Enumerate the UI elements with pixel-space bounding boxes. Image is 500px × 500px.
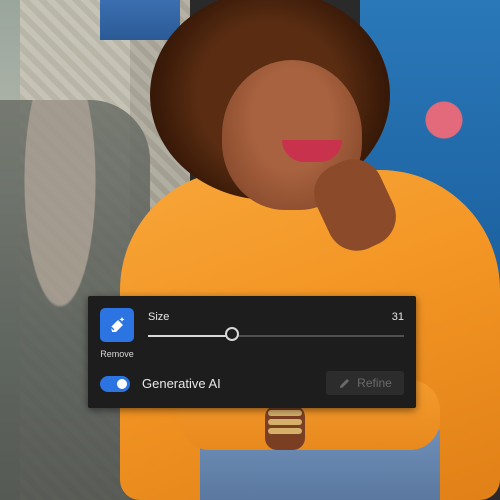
size-slider[interactable]: [148, 327, 404, 342]
slider-thumb[interactable]: [225, 327, 239, 341]
pencil-icon: [340, 378, 350, 388]
remove-tool-button[interactable]: [100, 308, 134, 342]
background-floral-top: [100, 0, 180, 40]
generative-ai-label: Generative AI: [142, 376, 221, 391]
photo-canvas: [0, 0, 500, 500]
bangle: [268, 428, 302, 434]
eraser-sparkle-icon: [110, 317, 125, 332]
size-label: Size: [148, 311, 170, 323]
slider-fill: [148, 335, 232, 337]
generative-ai-toggle[interactable]: [100, 376, 130, 392]
toggle-knob: [117, 379, 127, 389]
remove-tool-panel: Remove Size 31 Generative AI Refine: [88, 296, 416, 408]
bangle: [268, 419, 302, 425]
bangle: [268, 410, 302, 416]
remove-tool-label: Remove: [100, 349, 134, 359]
size-value: 31: [391, 311, 404, 323]
refine-button[interactable]: Refine: [326, 371, 404, 395]
refine-label: Refine: [357, 376, 392, 390]
